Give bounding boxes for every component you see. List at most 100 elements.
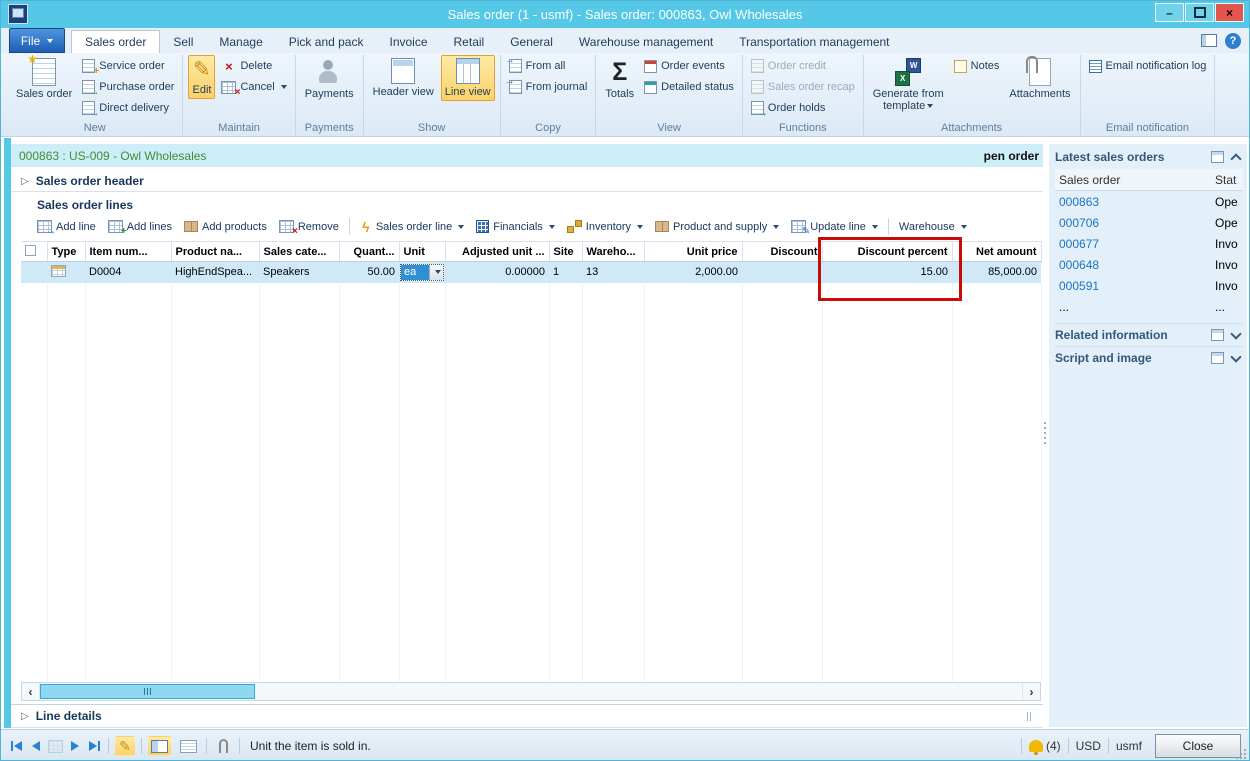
next-record-button[interactable] <box>69 739 81 753</box>
open-panel-window-icon[interactable] <box>1211 151 1224 163</box>
delete-button[interactable]: ×Delete <box>218 56 289 76</box>
line-view-button[interactable]: Line view <box>441 55 495 101</box>
select-all-cell[interactable] <box>21 242 47 262</box>
add-lines-button[interactable]: +Add lines <box>102 218 178 235</box>
row-adjusted-unit[interactable]: 0.00000 <box>445 262 549 283</box>
update-line-menu[interactable]: ✎Update line <box>785 218 884 235</box>
company-indicator[interactable]: usmf <box>1116 739 1142 753</box>
sales-order-link[interactable]: 000648 <box>1059 258 1099 272</box>
row-site[interactable]: 1 <box>549 262 582 283</box>
unit-combobox[interactable]: ea <box>400 264 444 281</box>
row-product-name[interactable]: HighEndSpea... <box>171 262 259 283</box>
chevron-down-icon[interactable] <box>1230 351 1241 362</box>
section-line-details[interactable]: ▷ Line details <box>11 704 1043 728</box>
row-discount-percent[interactable]: 15.00 <box>822 262 952 283</box>
tab-retail[interactable]: Retail <box>441 30 498 53</box>
section-sales-order-header[interactable]: ▷ Sales order header <box>11 171 1043 192</box>
chevron-up-icon[interactable] <box>1230 153 1241 164</box>
tab-warehouse-management[interactable]: Warehouse management <box>566 30 726 53</box>
from-journal-button[interactable]: →From journal <box>506 77 591 97</box>
tab-transportation-management[interactable]: Transportation management <box>726 30 902 53</box>
tab-sales-order[interactable]: Sales order <box>71 30 160 53</box>
open-panel-window-icon[interactable] <box>1211 352 1224 364</box>
sales-order-button[interactable]: ★ Sales order <box>12 55 76 103</box>
notifications-button[interactable]: (4) <box>1029 739 1061 753</box>
attachments-status-button[interactable] <box>213 736 233 756</box>
col-site[interactable]: Site <box>549 242 582 262</box>
edit-button[interactable]: ✎ Edit <box>188 55 215 99</box>
add-line-button[interactable]: →Add line <box>31 218 102 235</box>
file-menu-button[interactable]: File <box>9 28 65 53</box>
row-discount[interactable] <box>742 262 822 283</box>
open-panel-window-icon[interactable] <box>1211 329 1224 341</box>
section-resize-grip[interactable] <box>1027 712 1031 721</box>
row-sales-category[interactable]: Speakers <box>259 262 339 283</box>
notes-button[interactable]: Notes <box>951 56 1003 76</box>
expander-icon[interactable]: ▷ <box>21 176 29 187</box>
col-quantity[interactable]: Quant... <box>339 242 399 262</box>
row-unit-price[interactable]: 2,000.00 <box>644 262 742 283</box>
row-quantity[interactable]: 50.00 <box>339 262 399 283</box>
window-layout-icon[interactable] <box>1201 34 1217 47</box>
scroll-right-button[interactable]: › <box>1022 683 1040 700</box>
product-and-supply-menu[interactable]: Product and supply <box>649 219 785 235</box>
row-type-cell[interactable] <box>47 262 85 283</box>
grid-view-button[interactable] <box>177 736 200 756</box>
col-item-number[interactable]: Item num... <box>85 242 171 262</box>
direct-delivery-button[interactable]: →Direct delivery <box>79 98 177 118</box>
totals-button[interactable]: Σ Totals <box>601 55 638 103</box>
close-window-button[interactable]: × <box>1215 3 1244 22</box>
detailed-status-button[interactable]: Detailed status <box>641 77 737 97</box>
edit-mode-button[interactable]: ✎ <box>115 736 135 756</box>
last-record-button[interactable] <box>87 739 102 753</box>
add-products-button[interactable]: Add products <box>178 219 273 235</box>
table-row[interactable]: D0004 HighEndSpea... Speakers 50.00 ea 0… <box>21 262 1041 283</box>
row-unit-cell[interactable]: ea <box>399 262 445 283</box>
remove-button[interactable]: ×Remove <box>273 218 345 235</box>
horizontal-scrollbar[interactable]: ‹ › <box>21 682 1041 701</box>
select-all-checkbox[interactable] <box>25 245 36 256</box>
tab-sell[interactable]: Sell <box>160 30 206 53</box>
list-item-more[interactable]: ...... <box>1055 296 1243 317</box>
resize-grip[interactable] <box>1234 747 1246 759</box>
sales-order-link[interactable]: 000706 <box>1059 216 1099 230</box>
latest-sales-orders-header[interactable]: Latest sales orders <box>1055 146 1243 168</box>
col-product-name[interactable]: Product na... <box>171 242 259 262</box>
purchase-order-button[interactable]: →Purchase order <box>79 77 177 97</box>
close-button[interactable]: Close <box>1155 734 1241 758</box>
warehouse-menu[interactable]: Warehouse <box>893 219 973 235</box>
col-unit-price[interactable]: Unit price <box>644 242 742 262</box>
from-all-button[interactable]: →From all <box>506 56 591 76</box>
financials-menu[interactable]: Financials <box>470 218 561 235</box>
related-information-header[interactable]: Related information <box>1055 323 1243 346</box>
first-record-button[interactable] <box>9 739 24 753</box>
help-icon[interactable]: ? <box>1225 33 1241 49</box>
panel-splitter-handle[interactable] <box>1044 422 1046 444</box>
order-holds-button[interactable]: →Order holds <box>748 98 858 118</box>
tab-manage[interactable]: Manage <box>206 30 275 53</box>
maximize-button[interactable] <box>1185 3 1214 22</box>
col-warehouse[interactable]: Wareho... <box>582 242 644 262</box>
form-view-button[interactable] <box>148 736 171 756</box>
minimize-button[interactable]: – <box>1155 3 1184 22</box>
unit-dropdown-button[interactable] <box>429 265 443 280</box>
order-events-button[interactable]: Order events <box>641 56 737 76</box>
col-discount-percent[interactable]: Discount percent <box>822 242 952 262</box>
expander-icon[interactable]: ▷ <box>21 711 29 722</box>
email-notification-log-button[interactable]: Email notification log <box>1086 56 1210 76</box>
col-net-amount[interactable]: Net amount <box>952 242 1041 262</box>
scroll-left-button[interactable]: ‹ <box>22 683 40 700</box>
chevron-down-icon[interactable] <box>1230 328 1241 339</box>
header-view-button[interactable]: Header view <box>369 55 438 101</box>
col-adjusted-unit[interactable]: Adjusted unit ... <box>445 242 549 262</box>
row-net-amount[interactable]: 85,000.00 <box>952 262 1041 283</box>
tab-pick-and-pack[interactable]: Pick and pack <box>276 30 377 53</box>
inventory-menu[interactable]: Inventory <box>561 218 649 235</box>
sales-order-link[interactable]: 000591 <box>1059 279 1099 293</box>
generate-from-template-button[interactable]: W X Generate fromtemplate <box>869 55 948 115</box>
previous-record-button[interactable] <box>30 739 42 753</box>
tab-general[interactable]: General <box>497 30 566 53</box>
sales-order-link[interactable]: 000863 <box>1059 195 1099 209</box>
cancel-button[interactable]: ×Cancel <box>218 77 289 97</box>
sales-order-line-menu[interactable]: ϟSales order line <box>354 217 470 237</box>
